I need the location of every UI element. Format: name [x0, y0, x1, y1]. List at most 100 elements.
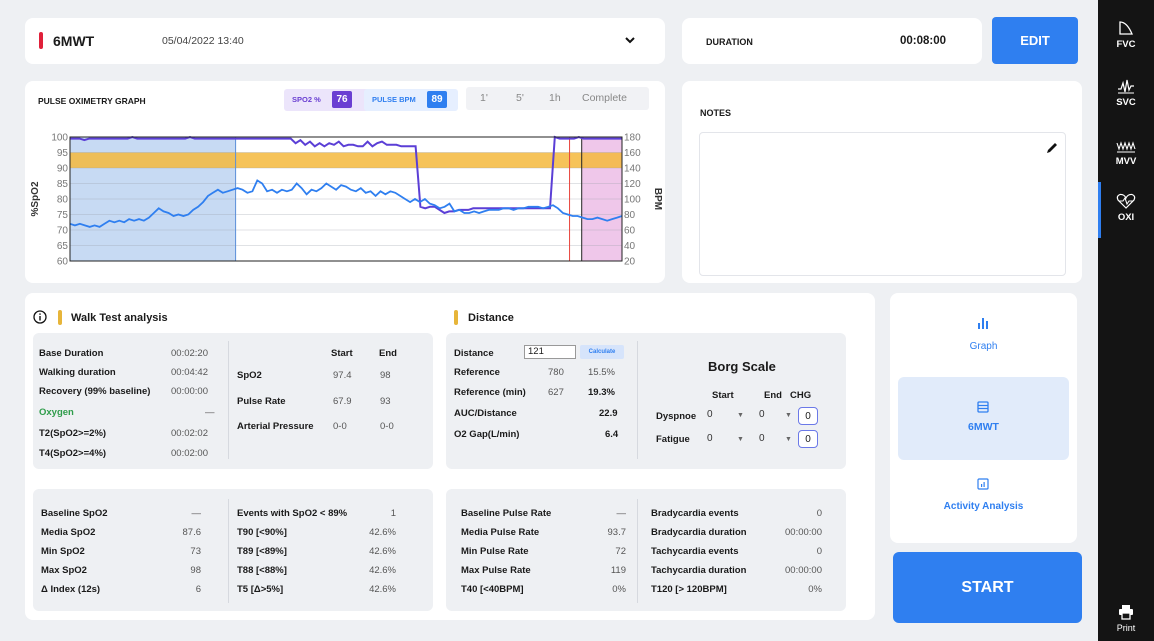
rail-svc-label: SVC: [1116, 97, 1136, 108]
duration-panel: DURATION 00:08:00: [682, 18, 982, 64]
distance-row-value: 780: [548, 367, 564, 378]
vitals-start-header: Start: [331, 348, 353, 359]
fatigue-end-select[interactable]: 0 ▼: [759, 433, 799, 449]
notes-textarea[interactable]: [699, 132, 1066, 276]
stat-label: T89 [<89%]: [237, 546, 287, 557]
test-selector[interactable]: 6MWT 05/04/2022 13:40: [25, 18, 665, 64]
stat-label: Tachycardia events: [651, 546, 739, 557]
right-tick-label: 120: [624, 179, 641, 190]
distance-panel: Distance 121 Calculate Reference 780 15.…: [446, 333, 846, 469]
pencil-icon[interactable]: [1045, 141, 1059, 155]
stat-value: 0: [816, 546, 822, 557]
left-tick-label: 90: [57, 164, 69, 175]
pulse-oximetry-chart: 100 95 90 85 80 75 70 65 60 180 160 140 120 100 80 60 40…: [30, 133, 663, 268]
edit-button[interactable]: EDIT: [992, 17, 1078, 64]
print-button[interactable]: Print: [1098, 604, 1154, 640]
stat-label: Bradycardia events: [651, 508, 739, 519]
rail-oxi[interactable]: OXI: [1098, 193, 1154, 238]
6mwt-view-label: 6MWT: [968, 421, 999, 433]
stat-value: 93.7: [607, 527, 627, 538]
stat-label: T120 [> 120BPM]: [651, 584, 727, 595]
range-1min[interactable]: 1': [480, 92, 488, 104]
left-tick-label: 60: [57, 257, 69, 268]
rail-mvv[interactable]: MVV: [1098, 137, 1154, 182]
stat-label: Events with SpO2 < 89%: [237, 508, 348, 519]
walk-row-value: 00:04:42: [171, 367, 208, 378]
printer-icon: [1098, 604, 1154, 623]
vital-label: SpO2: [237, 370, 262, 381]
start-button[interactable]: START: [893, 552, 1082, 623]
stat-value: 0: [816, 508, 822, 519]
graph-view-button[interactable]: Graph: [898, 301, 1069, 375]
select-value: 0: [759, 409, 765, 420]
rail-fvc[interactable]: FVC: [1098, 20, 1154, 65]
analysis-card: Walk Test analysis Distance Base Duratio…: [25, 293, 875, 620]
select-value: 0: [759, 433, 765, 444]
calculate-button[interactable]: Calculate: [580, 345, 624, 359]
stat-value: —: [616, 508, 627, 519]
borg-end-header: End: [764, 390, 782, 401]
stat-value: 42.6%: [369, 584, 396, 595]
document-icon: [977, 401, 989, 413]
fatigue-start-select[interactable]: 0 ▼: [707, 433, 747, 449]
activity-chart-icon: [977, 478, 989, 490]
graph-view-label: Graph: [969, 341, 998, 352]
range-complete[interactable]: Complete: [582, 92, 627, 104]
distance-row-pct: 19.3%: [588, 387, 615, 398]
vital-end: 93: [380, 396, 391, 407]
walk-row-value: —: [205, 407, 215, 418]
stat-label: Max SpO2: [41, 565, 87, 576]
stat-value: 0%: [612, 584, 626, 595]
distance-label: Distance: [454, 348, 494, 359]
stat-value: 42.6%: [369, 527, 396, 538]
stat-value: 1: [390, 508, 396, 519]
bar-chart-icon: [977, 317, 989, 329]
range-5min[interactable]: 5': [516, 92, 524, 104]
walk-row-label: T2(SpO2>=2%): [39, 428, 107, 439]
chevron-down-icon[interactable]: [623, 33, 637, 47]
walk-divider: [228, 341, 229, 459]
walk-title: Walk Test analysis: [71, 312, 168, 324]
distance-row-pct: 15.5%: [588, 367, 615, 378]
select-value: 0: [707, 409, 713, 420]
walk-marker: [58, 310, 62, 325]
stat-label: Bradycardia duration: [651, 527, 747, 538]
stat-label: T88 [<88%]: [237, 565, 287, 576]
distance-row-value: 627: [548, 387, 564, 398]
dyspnoe-start-select[interactable]: 0 ▼: [707, 409, 747, 425]
distance-row-label: Reference: [454, 367, 500, 378]
left-tick-label: 75: [57, 210, 69, 221]
rail-svc[interactable]: SVC: [1098, 78, 1154, 123]
vital-start: 67.9: [333, 396, 352, 407]
stat-label: Δ Index (12s): [41, 584, 101, 595]
dyspnoe-end-select[interactable]: 0 ▼: [759, 409, 799, 425]
duration-label: DURATION: [706, 37, 753, 47]
6mwt-view-button[interactable]: 6MWT: [898, 377, 1069, 460]
stat-label: Baseline SpO2: [41, 508, 108, 519]
walk-row-label: Base Duration: [39, 348, 104, 359]
stat-label: Tachycardia duration: [651, 565, 747, 576]
stat-value: 119: [610, 565, 626, 576]
distance-marker: [454, 310, 458, 325]
vital-label: Arterial Pressure: [237, 421, 314, 432]
test-name: 6MWT: [53, 33, 95, 49]
borg-chg-header: CHG: [790, 390, 812, 401]
info-icon[interactable]: [33, 310, 47, 324]
distance-row-pct: 6.4: [605, 429, 619, 440]
walk-row-value: 00:02:02: [171, 428, 208, 439]
right-tick-label: 20: [624, 257, 636, 268]
pulse-stats-divider: [637, 499, 638, 603]
borg-title: Borg Scale: [708, 359, 776, 374]
distance-input[interactable]: 121: [524, 345, 576, 359]
range-1h[interactable]: 1h: [549, 92, 561, 104]
activity-view-button[interactable]: Activity Analysis: [898, 463, 1069, 537]
notes-card: NOTES: [682, 81, 1082, 283]
left-tick-label: 80: [57, 195, 69, 206]
vital-end: 0-0: [380, 421, 394, 432]
stat-label: Min SpO2: [41, 546, 85, 557]
select-value: 0: [707, 433, 713, 444]
walk-row-label: T4(SpO2>=4%): [39, 448, 107, 459]
right-tick-label: 100: [624, 195, 641, 206]
walk-row-value: 00:00:00: [171, 386, 208, 397]
spo2-badge-label: SPO2 %: [292, 95, 321, 104]
